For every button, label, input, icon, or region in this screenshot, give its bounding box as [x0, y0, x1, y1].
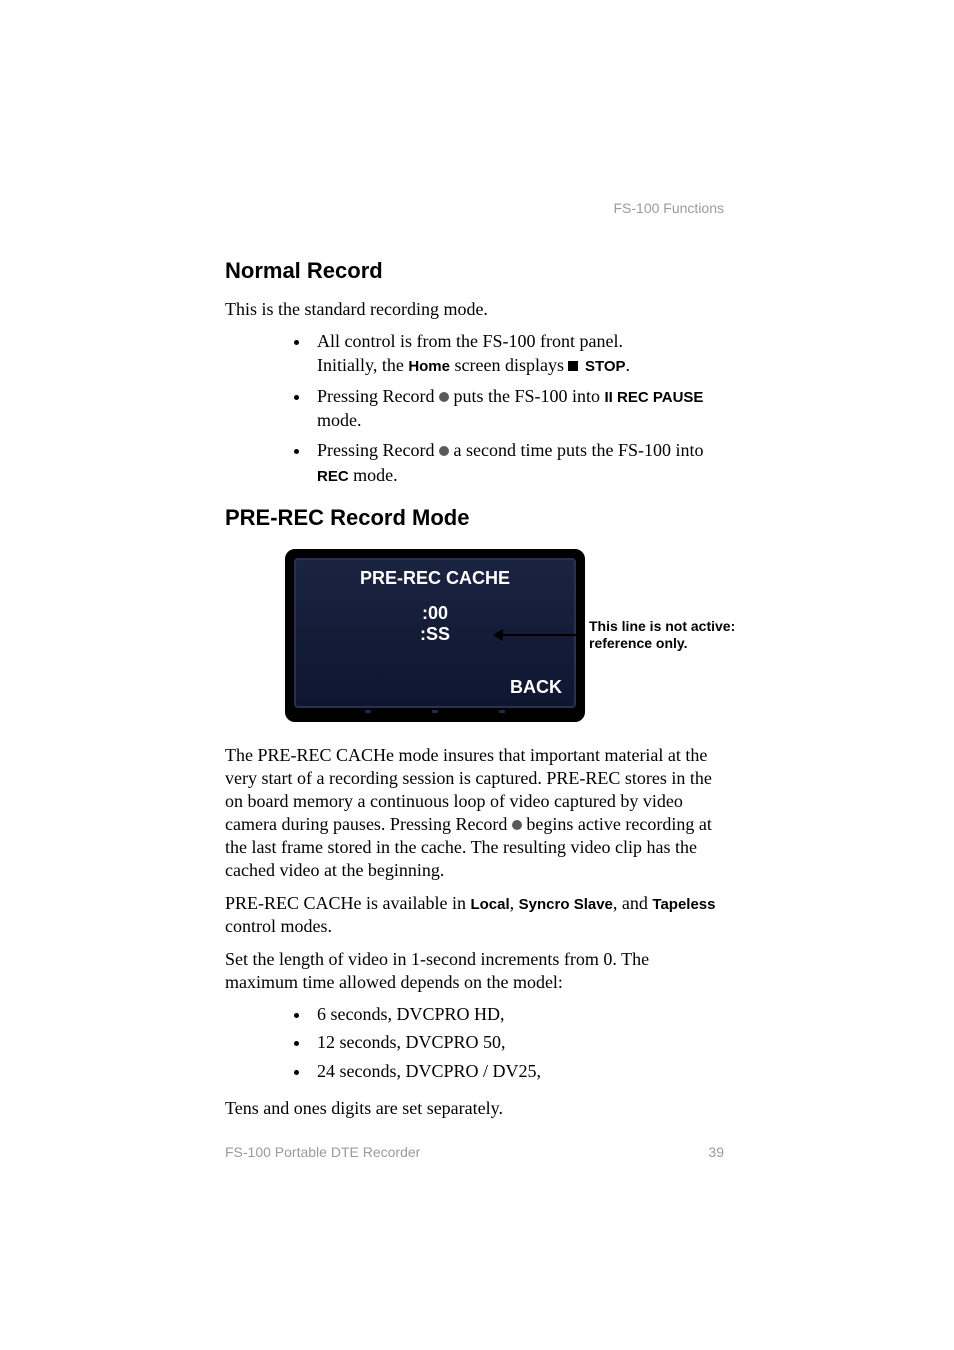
running-header: FS-100 Functions: [614, 200, 725, 216]
bullet-text: .: [626, 355, 631, 375]
callout: This line is not active: reference only.: [565, 618, 769, 653]
bullet-list-times: 6 seconds, DVCPRO HD, 12 seconds, DVCPRO…: [225, 1002, 724, 1083]
dot-icon: [365, 710, 371, 713]
lcd-seconds-value: :00: [296, 603, 574, 624]
list-item: All control is from the FS-100 front pan…: [311, 329, 724, 378]
list-item: Pressing Record a second time puts the F…: [311, 438, 724, 487]
lcd-figure-row: PRE-REC CACHE :00 :SS BACK This line is …: [285, 549, 724, 722]
content-area: Normal Record This is the standard recor…: [225, 258, 724, 1120]
list-item: 6 seconds, DVCPRO HD,: [311, 1002, 724, 1026]
ui-label-local: Local: [470, 896, 509, 913]
list-item: 12 seconds, DVCPRO 50,: [311, 1030, 724, 1054]
para-text: control modes.: [225, 916, 332, 936]
ui-label-stop: STOP: [585, 358, 626, 375]
dot-icon: [432, 710, 438, 713]
list-item: Pressing Record puts the FS-100 into II …: [311, 384, 724, 433]
paragraph: The PRE-REC CACHe mode insures that impo…: [225, 744, 724, 882]
callout-line2: reference only.: [589, 635, 688, 651]
para-text: PRE-REC CACHe is available in: [225, 893, 470, 913]
para-text: ,: [510, 893, 519, 913]
ui-label-tapeless: Tapeless: [652, 896, 715, 913]
record-dot-icon: [512, 820, 522, 830]
callout-arrow-icon: [495, 634, 585, 636]
ui-label-home: Home: [408, 358, 450, 375]
lcd-button-dots: [294, 710, 576, 713]
bullet-text: Pressing Record: [317, 440, 439, 460]
callout-text: This line is not active: reference only.: [589, 618, 769, 653]
lcd-title: PRE-REC CACHE: [296, 560, 574, 589]
page-footer: FS-100 Portable DTE Recorder 39: [225, 1144, 724, 1160]
bullet-text: mode.: [349, 465, 398, 485]
list-item: 24 seconds, DVCPRO / DV25,: [311, 1059, 724, 1083]
bullet-text: Initially, the: [317, 355, 408, 375]
paragraph: Set the length of video in 1-second incr…: [225, 948, 724, 994]
stop-icon: [568, 361, 578, 371]
paragraph: Tens and ones digits are set separately.: [225, 1097, 724, 1120]
record-dot-icon: [439, 446, 449, 456]
ui-label-rec: REC: [317, 468, 349, 485]
bullet-text: a second time puts the FS-100 into: [449, 440, 703, 460]
bullet-text: All control is from the FS-100 front pan…: [317, 331, 623, 351]
lcd-screen: PRE-REC CACHE :00 :SS BACK: [294, 558, 576, 708]
bullet-text: screen displays: [450, 355, 568, 375]
heading-normal-record: Normal Record: [225, 258, 724, 284]
ui-label-syncro-slave: Syncro Slave: [519, 896, 613, 913]
dot-icon: [499, 710, 505, 713]
page-number: 39: [708, 1144, 724, 1160]
lcd-back-label: BACK: [510, 677, 562, 698]
callout-line1: This line is not active:: [589, 618, 735, 634]
heading-prerec-mode: PRE-REC Record Mode: [225, 505, 724, 531]
bullet-text: mode.: [317, 410, 362, 430]
ui-label-rec-pause: II REC PAUSE: [605, 389, 704, 406]
intro-paragraph: This is the standard recording mode.: [225, 298, 724, 321]
record-dot-icon: [439, 392, 449, 402]
paragraph: PRE-REC CACHe is available in Local, Syn…: [225, 892, 724, 938]
page: FS-100 Functions Normal Record This is t…: [0, 0, 954, 1350]
para-text: , and: [613, 893, 653, 913]
bullet-text: Pressing Record: [317, 386, 439, 406]
bullet-text: puts the FS-100 into: [449, 386, 605, 406]
bullet-list-normal: All control is from the FS-100 front pan…: [225, 329, 724, 487]
footer-title: FS-100 Portable DTE Recorder: [225, 1144, 420, 1160]
